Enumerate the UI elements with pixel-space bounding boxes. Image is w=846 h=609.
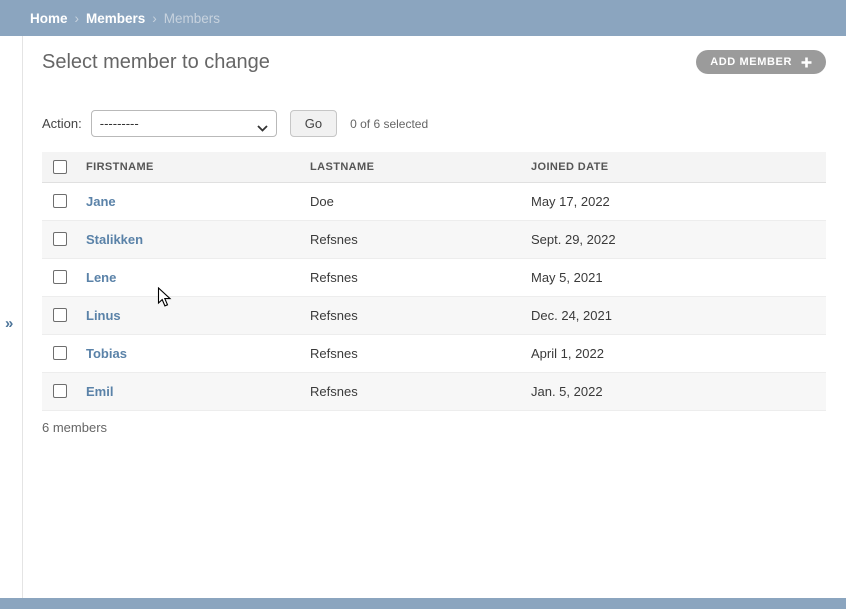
column-header-firstname[interactable]: FIRSTNAME [86, 152, 310, 182]
table-row: Stalikken Refsnes Sept. 29, 2022 [42, 220, 826, 258]
add-member-button[interactable]: ADD MEMBER [696, 50, 826, 74]
member-joined-date: May 5, 2021 [531, 258, 826, 296]
breadcrumb-home-link[interactable]: Home [30, 11, 68, 26]
plus-icon [801, 57, 812, 68]
members-table-body: Jane Doe May 17, 2022 Stalikken Refsnes … [42, 182, 826, 410]
collapsed-sidebar-rail: » [0, 36, 23, 598]
member-lastname: Doe [310, 182, 531, 220]
bottom-bar [0, 598, 846, 609]
member-lastname: Refsnes [310, 372, 531, 410]
table-row: Tobias Refsnes April 1, 2022 [42, 334, 826, 372]
main-content: Select member to change ADD MEMBER Actio… [24, 50, 846, 444]
member-firstname-link[interactable]: Linus [86, 308, 121, 323]
action-select[interactable]: --------- [91, 110, 277, 137]
breadcrumb-separator: › [152, 11, 157, 26]
member-lastname: Refsnes [310, 220, 531, 258]
row-checkbox[interactable] [53, 346, 67, 360]
row-checkbox[interactable] [53, 194, 67, 208]
breadcrumb-members-link[interactable]: Members [86, 11, 145, 26]
member-lastname: Refsnes [310, 334, 531, 372]
member-lastname: Refsnes [310, 258, 531, 296]
member-firstname-link[interactable]: Lene [86, 270, 116, 285]
row-checkbox[interactable] [53, 270, 67, 284]
actions-bar: Action: --------- Go 0 of 6 selected [42, 110, 826, 137]
table-row: Lene Refsnes May 5, 2021 [42, 258, 826, 296]
page-title: Select member to change [42, 50, 270, 74]
selection-status: 0 of 6 selected [350, 117, 428, 131]
member-joined-date: Jan. 5, 2022 [531, 372, 826, 410]
table-row: Emil Refsnes Jan. 5, 2022 [42, 372, 826, 410]
action-label: Action: [42, 116, 82, 131]
row-checkbox[interactable] [53, 384, 67, 398]
table-row: Linus Refsnes Dec. 24, 2021 [42, 296, 826, 334]
member-joined-date: Dec. 24, 2021 [531, 296, 826, 334]
column-header-lastname[interactable]: LASTNAME [310, 152, 531, 182]
breadcrumb-current: Members [164, 11, 220, 26]
column-header-joined-date[interactable]: JOINED DATE [531, 152, 826, 182]
breadcrumb-separator: › [75, 11, 80, 26]
member-count: 6 members [42, 411, 826, 444]
select-all-checkbox[interactable] [53, 160, 67, 174]
member-firstname-link[interactable]: Emil [86, 384, 113, 399]
member-firstname-link[interactable]: Tobias [86, 346, 127, 361]
members-table: FIRSTNAME LASTNAME JOINED DATE Jane Doe … [42, 152, 826, 411]
row-checkbox[interactable] [53, 232, 67, 246]
member-lastname: Refsnes [310, 296, 531, 334]
go-button[interactable]: Go [290, 110, 337, 137]
breadcrumb: Home › Members › Members [0, 0, 846, 36]
table-header-row: FIRSTNAME LASTNAME JOINED DATE [42, 152, 826, 182]
row-checkbox[interactable] [53, 308, 67, 322]
add-member-button-label: ADD MEMBER [710, 56, 792, 68]
table-row: Jane Doe May 17, 2022 [42, 182, 826, 220]
member-firstname-link[interactable]: Stalikken [86, 232, 143, 247]
member-joined-date: April 1, 2022 [531, 334, 826, 372]
member-joined-date: Sept. 29, 2022 [531, 220, 826, 258]
member-firstname-link[interactable]: Jane [86, 194, 116, 209]
member-joined-date: May 17, 2022 [531, 182, 826, 220]
sidebar-expand-toggle-icon[interactable]: » [5, 316, 13, 331]
